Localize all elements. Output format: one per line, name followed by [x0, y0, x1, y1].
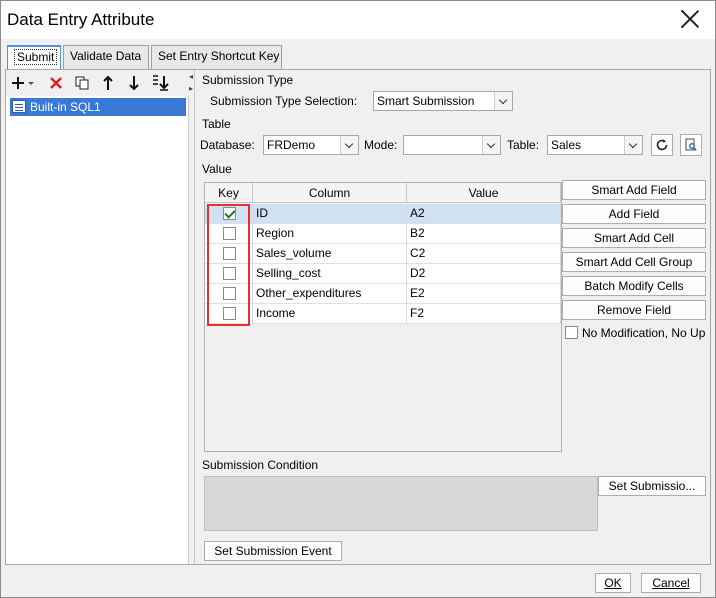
- column-cell: Selling_cost: [253, 264, 407, 284]
- left-toolbar: [6, 70, 189, 96]
- value-cell[interactable]: B2: [407, 224, 561, 244]
- submission-type-heading: Submission Type: [202, 73, 294, 87]
- preview-button[interactable]: [680, 134, 702, 156]
- tree-item-built-in-sql1[interactable]: Built-in SQL1: [10, 98, 186, 116]
- tab-set-entry-shortcut-key[interactable]: Set Entry Shortcut Key: [151, 45, 282, 69]
- database-icon: [12, 100, 26, 113]
- smart-add-cell-group-button[interactable]: Smart Add Cell Group: [562, 252, 706, 272]
- submission-condition-area: [204, 476, 598, 531]
- delete-icon[interactable]: [46, 73, 66, 93]
- key-checkbox[interactable]: [223, 247, 236, 260]
- submission-type-selection-label: Submission Type Selection:: [210, 94, 358, 108]
- batch-modify-cells-button[interactable]: Batch Modify Cells: [562, 276, 706, 296]
- chevron-down-icon[interactable]: [624, 136, 642, 154]
- column-cell: Income: [253, 304, 407, 324]
- ok-label: OK: [604, 576, 622, 590]
- left-panel: Built-in SQL1: [6, 70, 189, 564]
- expand-right-icon[interactable]: ▸: [189, 84, 193, 93]
- chevron-down-icon[interactable]: [340, 136, 358, 154]
- column-cell: ID: [253, 204, 407, 224]
- column-header-column[interactable]: Column: [253, 183, 407, 203]
- table-row[interactable]: ID A2: [205, 204, 561, 224]
- key-checkbox[interactable]: [223, 287, 236, 300]
- value-cell[interactable]: D2: [407, 264, 561, 284]
- table-row[interactable]: Region B2: [205, 224, 561, 244]
- move-bottom-icon[interactable]: [150, 73, 172, 93]
- window-title: Data Entry Attribute: [7, 10, 155, 29]
- value-cell[interactable]: E2: [407, 284, 561, 304]
- copy-icon[interactable]: [72, 73, 92, 93]
- submission-condition-heading: Submission Condition: [202, 458, 319, 472]
- database-label: Database:: [200, 138, 255, 152]
- set-submission-condition-button[interactable]: Set Submissio...: [598, 476, 706, 496]
- tab-content: Built-in SQL1 ◂ ▸ Submission Type Submis…: [5, 69, 711, 565]
- add-dropdown-icon[interactable]: [10, 73, 38, 93]
- table-heading: Table: [202, 117, 231, 131]
- column-header-key[interactable]: Key: [205, 183, 253, 203]
- chevron-down-icon[interactable]: [482, 136, 500, 154]
- database-value: FRDemo: [267, 138, 316, 152]
- no-modification-checkbox[interactable]: [565, 326, 578, 339]
- table-row[interactable]: Income F2: [205, 304, 561, 324]
- tab-submit[interactable]: Submit: [7, 45, 61, 70]
- move-up-icon[interactable]: [98, 73, 118, 93]
- key-checkbox[interactable]: [223, 307, 236, 320]
- set-submission-event-button[interactable]: Set Submission Event: [204, 541, 342, 561]
- tab-label: Validate Data: [70, 49, 142, 63]
- submission-type-value: Smart Submission: [377, 94, 475, 108]
- table-select[interactable]: Sales: [547, 135, 643, 155]
- tab-label: Submit: [14, 49, 58, 65]
- cancel-button[interactable]: Cancel: [641, 573, 701, 593]
- close-icon[interactable]: [679, 8, 701, 30]
- value-cell[interactable]: F2: [407, 304, 561, 324]
- value-grid: Key Column Value ID A2 Region B2 Sales_v…: [204, 182, 562, 452]
- remove-field-button[interactable]: Remove Field: [562, 300, 706, 320]
- tree-item-label: Built-in SQL1: [30, 100, 101, 114]
- database-select[interactable]: FRDemo: [263, 135, 359, 155]
- title-bar: Data Entry Attribute: [1, 1, 715, 39]
- submission-type-select[interactable]: Smart Submission: [373, 91, 513, 111]
- refresh-button[interactable]: [651, 134, 673, 156]
- refresh-icon: [656, 139, 668, 151]
- ok-button[interactable]: OK: [595, 573, 631, 593]
- preview-icon: [685, 138, 697, 151]
- dialog-window: Data Entry Attribute Submit Validate Dat…: [0, 0, 716, 598]
- panel-splitter[interactable]: ◂ ▸: [189, 70, 195, 564]
- no-modification-label: No Modification, No Up: [582, 326, 706, 340]
- tab-label: Set Entry Shortcut Key: [158, 49, 280, 63]
- grid-header: Key Column Value: [205, 183, 561, 203]
- mode-select[interactable]: [403, 135, 501, 155]
- table-row[interactable]: Selling_cost D2: [205, 264, 561, 284]
- table-value: Sales: [551, 138, 582, 152]
- move-down-icon[interactable]: [124, 73, 144, 93]
- column-cell: Region: [253, 224, 407, 244]
- cancel-label: Cancel: [652, 576, 690, 590]
- column-cell: Other_expenditures: [253, 284, 407, 304]
- collapse-left-icon[interactable]: ◂: [189, 72, 193, 81]
- right-panel: Submission Type Submission Type Selectio…: [196, 70, 710, 564]
- value-cell[interactable]: C2: [407, 244, 561, 264]
- column-header-value[interactable]: Value: [407, 183, 561, 203]
- table-label: Table:: [507, 138, 540, 152]
- table-row[interactable]: Other_expenditures E2: [205, 284, 561, 304]
- key-checkbox[interactable]: [223, 227, 236, 240]
- add-field-button[interactable]: Add Field: [562, 204, 706, 224]
- key-checkbox[interactable]: [223, 207, 236, 220]
- key-checkbox[interactable]: [223, 267, 236, 280]
- table-row[interactable]: Sales_volume C2: [205, 244, 561, 264]
- value-heading: Value: [202, 162, 232, 176]
- column-cell: Sales_volume: [253, 244, 407, 264]
- dialog-footer: OK Cancel: [1, 567, 715, 597]
- mode-label: Mode:: [364, 138, 398, 152]
- smart-add-cell-button[interactable]: Smart Add Cell: [562, 228, 706, 248]
- chevron-down-icon[interactable]: [494, 92, 512, 110]
- value-cell[interactable]: A2: [407, 204, 561, 224]
- smart-add-field-button[interactable]: Smart Add Field: [562, 180, 706, 200]
- tab-validate-data[interactable]: Validate Data: [63, 45, 149, 69]
